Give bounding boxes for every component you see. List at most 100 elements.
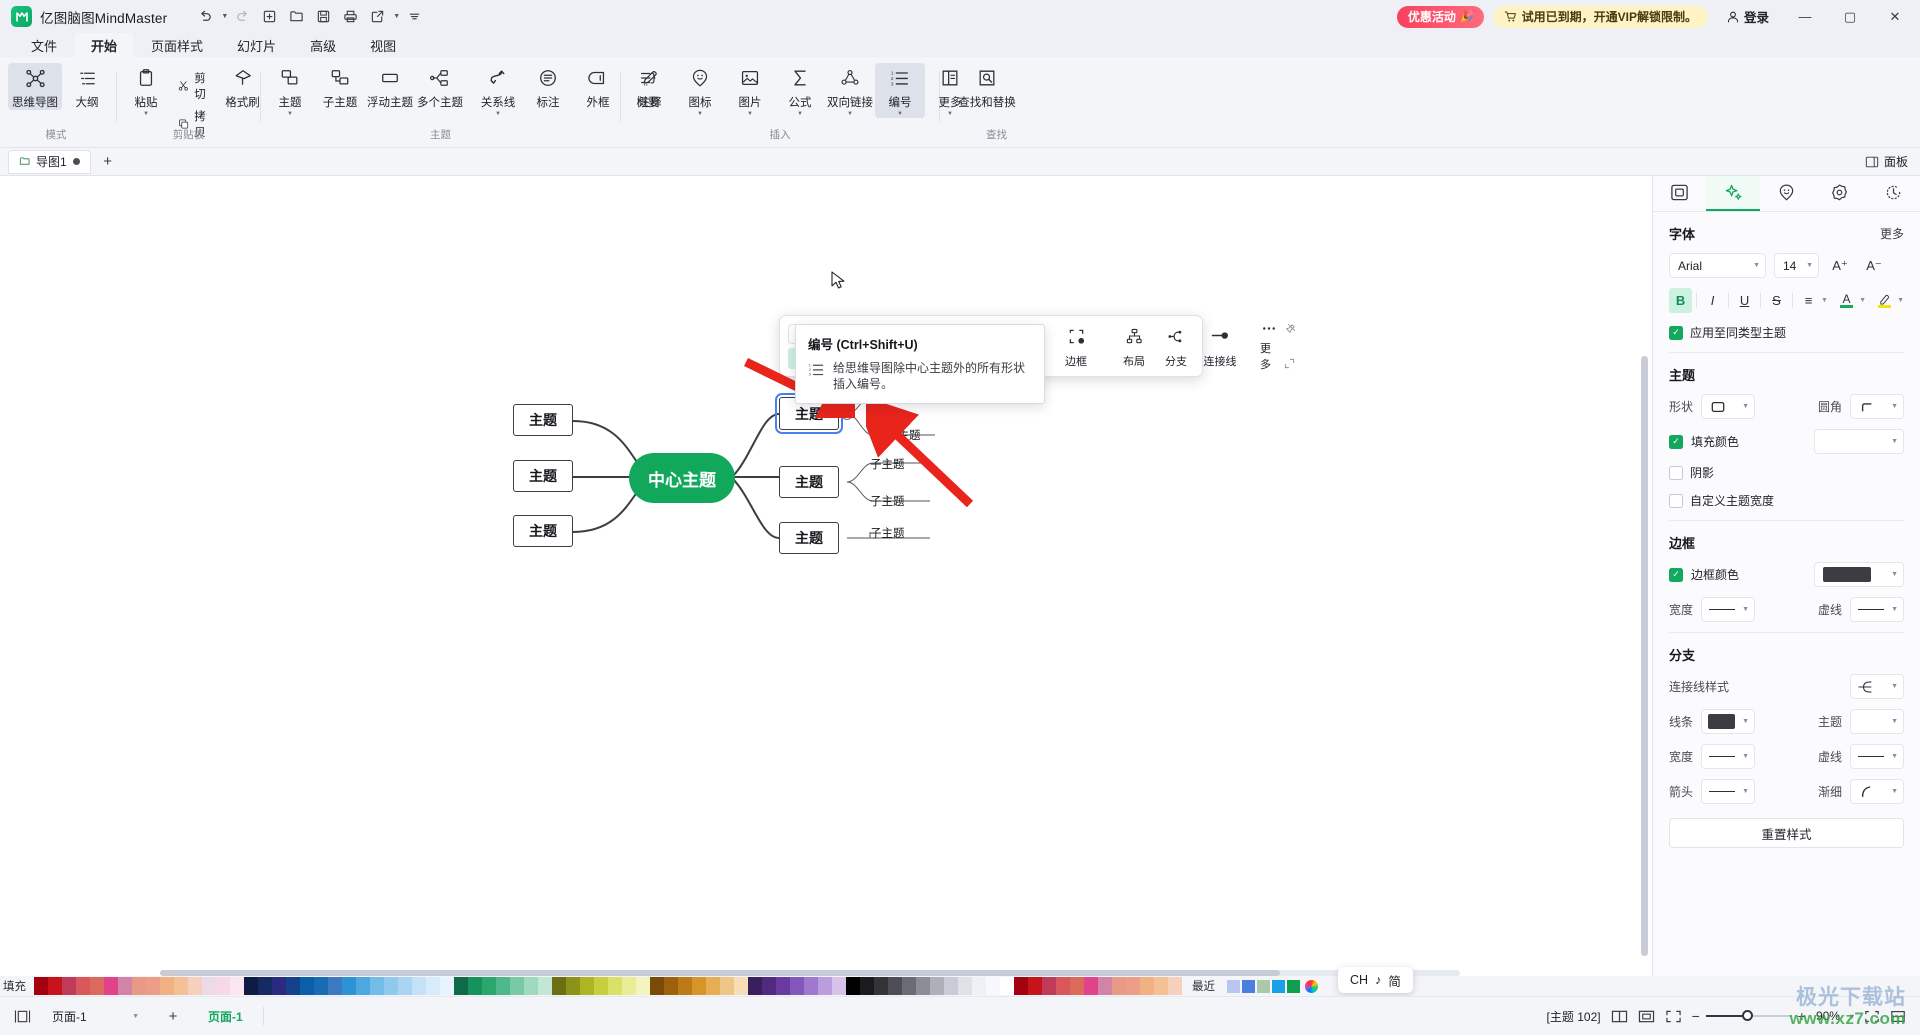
palette-swatch[interactable] [972,977,986,995]
topic-dropdown-caret-icon[interactable]: ▼ [287,111,293,118]
apply-same-type-checkbox[interactable]: ✓ 应用至同类型主题 [1669,324,1904,341]
mindmap-right-topic-2-child-2[interactable]: 子主题 [870,493,905,509]
palette-swatch[interactable] [1000,977,1014,995]
font-family-select[interactable]: Arial ▼ [1669,253,1766,278]
palette-swatches[interactable] [34,977,1182,995]
palette-swatch[interactable] [860,977,874,995]
palette-swatch[interactable] [790,977,804,995]
mindmap-left-topic-2[interactable]: 主题 [513,460,573,492]
menu-tab-advanced[interactable]: 高级 [293,33,353,57]
palette-swatch[interactable] [734,977,748,995]
palette-swatch[interactable] [300,977,314,995]
center-view-icon[interactable] [1890,1009,1906,1024]
palette-swatch[interactable] [412,977,426,995]
line-color-select[interactable]: ▼ [1701,709,1756,734]
new-button[interactable] [257,5,282,28]
border-color-select[interactable]: ▼ [1814,562,1904,587]
color-wheel-icon[interactable] [1305,979,1318,993]
palette-swatch[interactable] [692,977,706,995]
palette-swatch[interactable] [986,977,1000,995]
palette-swatch[interactable] [34,977,48,995]
palette-swatch[interactable] [258,977,272,995]
pin-icon[interactable] [1284,323,1296,335]
mindmap-right-topic-2-child-1[interactable]: 子主题 [870,456,905,472]
increase-font-button[interactable]: A⁺ [1827,253,1853,278]
reset-style-button[interactable]: 重置样式 [1669,818,1904,848]
redo-button[interactable] [230,5,255,28]
mindmap-left-topic-1[interactable]: 主题 [513,404,573,436]
palette-swatch[interactable] [1042,977,1056,995]
palette-swatch[interactable] [468,977,482,995]
zoom-slider[interactable]: − + [1692,1008,1806,1024]
canvas-vertical-scrollbar[interactable] [1641,356,1648,956]
palette-swatch[interactable] [720,977,734,995]
palette-swatch[interactable] [552,977,566,995]
ribbon-button-cut[interactable]: 剪切 [171,68,218,104]
branch-width-select[interactable]: ▼ [1701,744,1756,769]
strikethrough-button[interactable]: S [1765,288,1788,313]
export-button[interactable] [365,5,390,28]
canvas-vertical-scrollbar-thumb[interactable] [1641,356,1648,956]
palette-swatch[interactable] [748,977,762,995]
relationship-dropdown-caret-icon[interactable]: ▼ [495,111,501,118]
custom-topic-width-checkbox[interactable]: 自定义主题宽度 [1669,492,1904,509]
recent-color-swatch[interactable] [1287,979,1300,993]
corner-select[interactable]: ▼ [1850,394,1904,419]
palette-swatch[interactable] [62,977,76,995]
palette-swatch[interactable] [1056,977,1070,995]
palette-swatch[interactable] [678,977,692,995]
shadow-checkbox[interactable]: 阴影 [1669,464,1904,481]
ribbon-button-subtopic[interactable]: 子主题 [315,63,365,110]
palette-swatch[interactable] [1084,977,1098,995]
zoom-caret-icon[interactable]: ▾ [1850,1012,1854,1021]
palette-swatch[interactable] [272,977,286,995]
palette-swatch[interactable] [846,977,860,995]
palette-swatch[interactable] [244,977,258,995]
palette-swatch[interactable] [664,977,678,995]
palette-swatch[interactable] [342,977,356,995]
palette-swatch[interactable] [580,977,594,995]
underline-button[interactable]: U [1733,288,1756,313]
align-button[interactable]: ≡ [1797,288,1820,313]
mindmap-left-topic-3[interactable]: 主题 [513,515,573,547]
numbering-dropdown-caret-icon[interactable]: ▼ [897,111,903,118]
palette-swatch[interactable] [1112,977,1126,995]
border-width-select[interactable]: ▼ [1701,597,1756,622]
palette-swatch[interactable] [146,977,160,995]
palette-swatch[interactable] [188,977,202,995]
ribbon-button-comment[interactable]: 注释 [625,63,675,110]
ribbon-button-multi-topic[interactable]: 多个主题 [415,63,465,110]
palette-swatch[interactable] [370,977,384,995]
palette-swatch[interactable] [944,977,958,995]
ribbon-button-sticker[interactable]: 图标 ▼ [675,63,725,118]
palette-swatch[interactable] [1028,977,1042,995]
palette-swatch[interactable] [286,977,300,995]
palette-swatch[interactable] [132,977,146,995]
ribbon-button-image[interactable]: 图片 ▼ [725,63,775,118]
palette-swatch[interactable] [510,977,524,995]
full-screen-icon[interactable] [1665,1009,1682,1024]
zoom-out-button[interactable]: − [1692,1008,1700,1024]
palette-swatch[interactable] [902,977,916,995]
paste-dropdown-caret-icon[interactable]: ▼ [143,111,149,118]
side-panel-tab-page-style[interactable] [1653,176,1706,211]
palette-swatch[interactable] [118,977,132,995]
floating-more-button[interactable]: 更多 [1260,322,1278,371]
side-panel-tab-settings[interactable] [1813,176,1866,211]
chevron-down-icon[interactable]: ▼ [1821,297,1828,304]
recent-colors[interactable] [1227,979,1300,993]
palette-swatch[interactable] [454,977,468,995]
formula-dropdown-caret-icon[interactable]: ▼ [797,111,803,118]
menu-tab-file[interactable]: 文件 [14,33,74,57]
palette-swatch[interactable] [356,977,370,995]
shape-select[interactable]: ▼ [1701,394,1756,419]
palette-swatch[interactable] [496,977,510,995]
border-dash-select[interactable]: ▼ [1850,597,1904,622]
ribbon-button-bidirectional-link[interactable]: 双向链接 ▼ [825,63,875,118]
palette-swatch[interactable] [384,977,398,995]
palette-swatch[interactable] [762,977,776,995]
save-button[interactable] [311,5,336,28]
ribbon-button-topic[interactable]: 主题 ▼ [265,63,315,118]
connector-style-select[interactable]: ▼ [1850,674,1904,699]
panel-toggle[interactable]: 面板 [1865,153,1908,170]
